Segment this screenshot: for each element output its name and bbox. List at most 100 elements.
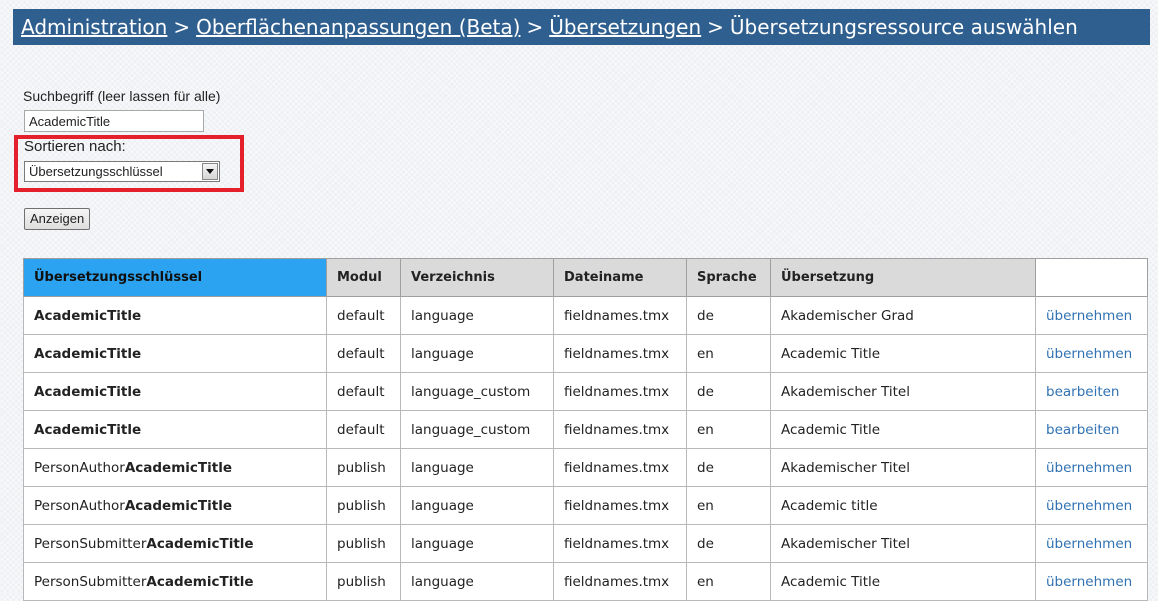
cell-key: AcademicTitle xyxy=(23,334,327,373)
cell-language: de xyxy=(686,524,771,563)
cell-key: AcademicTitle xyxy=(23,296,327,335)
key-match: AcademicTitle xyxy=(34,307,142,324)
show-button[interactable]: Anzeigen xyxy=(24,208,91,230)
cell-module: default xyxy=(326,410,401,449)
cell-filename: fieldnames.tmx xyxy=(553,562,687,601)
cell-filename: fieldnames.tmx xyxy=(553,410,687,449)
cell-directory: language xyxy=(400,448,554,487)
cell-key: PersonSubmitterAcademicTitle xyxy=(23,562,327,601)
key-prefix: PersonSubmitter xyxy=(34,535,147,552)
cell-translation: Akademischer Titel xyxy=(770,524,1036,563)
search-label: Suchbegriff (leer lassen für alle) xyxy=(23,88,221,104)
cell-translation: Academic Title xyxy=(770,334,1036,373)
cell-action: bearbeiten xyxy=(1035,372,1148,411)
table-row: AcademicTitle default language_custom field… xyxy=(23,410,1148,449)
cell-action: übernehmen xyxy=(1035,486,1148,525)
search-input[interactable] xyxy=(24,110,204,132)
action-link[interactable]: übernehmen xyxy=(1046,308,1132,324)
cell-translation: Academic Title xyxy=(770,410,1036,449)
cell-directory: language_custom xyxy=(400,372,554,411)
key-match: AcademicTitle xyxy=(124,459,232,476)
cell-filename: fieldnames.tmx xyxy=(553,448,687,487)
cell-filename: fieldnames.tmx xyxy=(553,524,687,563)
breadcrumb-separator: > xyxy=(707,15,724,39)
cell-directory: language xyxy=(400,524,554,563)
cell-language: de xyxy=(686,448,771,487)
key-match: AcademicTitle xyxy=(34,383,142,400)
table-row: PersonAuthorAcademicTitle publish language… xyxy=(23,448,1148,487)
cell-key: PersonAuthorAcademicTitle xyxy=(23,448,327,487)
action-link[interactable]: übernehmen xyxy=(1046,460,1132,476)
cell-module: default xyxy=(326,334,401,373)
cell-directory: language_custom xyxy=(400,410,554,449)
cell-filename: fieldnames.tmx xyxy=(553,486,687,525)
column-header-filename[interactable]: Dateiname xyxy=(553,258,687,297)
action-link[interactable]: übernehmen xyxy=(1046,574,1132,590)
key-prefix: PersonAuthor xyxy=(34,497,125,514)
breadcrumb-current: Übersetzungsressource auswählen xyxy=(729,15,1078,39)
column-header-key[interactable]: Übersetzungsschlüssel xyxy=(23,258,327,297)
cell-action: bearbeiten xyxy=(1035,410,1148,449)
cell-translation: Akademischer Titel xyxy=(770,372,1036,411)
breadcrumb-link-translations[interactable]: Übersetzungen xyxy=(549,15,701,39)
key-match: AcademicTitle xyxy=(124,497,232,514)
table-row: AcademicTitle default language_custom field… xyxy=(23,372,1148,411)
cell-action: übernehmen xyxy=(1035,524,1148,563)
cell-module: default xyxy=(326,372,401,411)
cell-language: en xyxy=(686,486,771,525)
action-link[interactable]: bearbeiten xyxy=(1046,422,1119,438)
key-match: AcademicTitle xyxy=(146,535,254,552)
cell-language: de xyxy=(686,296,771,335)
results-table: Übersetzungsschlüssel Modul Verzeichnis … xyxy=(23,258,1148,601)
cell-module: publish xyxy=(326,486,401,525)
cell-translation: Akademischer Titel xyxy=(770,448,1036,487)
table-row: AcademicTitle default language fieldnames.t… xyxy=(23,296,1148,335)
cell-language: en xyxy=(686,410,771,449)
cell-translation: Academic Title xyxy=(770,562,1036,601)
column-header-actions xyxy=(1035,258,1148,297)
column-header-directory[interactable]: Verzeichnis xyxy=(400,258,554,297)
cell-module: publish xyxy=(326,562,401,601)
breadcrumb: Administration > Oberflächenanpassungen (B… xyxy=(13,9,1150,45)
key-match: AcademicTitle xyxy=(146,573,254,590)
cell-module: publish xyxy=(326,524,401,563)
breadcrumb-separator: > xyxy=(173,15,191,39)
cell-translation: Academic title xyxy=(770,486,1036,525)
table-row: AcademicTitle default language fieldnames.t… xyxy=(23,334,1148,373)
table-row: PersonSubmitterAcademicTitle publish langu… xyxy=(23,562,1148,601)
sort-select[interactable]: Übersetzungsschlüssel xyxy=(24,161,220,182)
key-prefix: PersonAuthor xyxy=(34,459,125,476)
cell-key: PersonAuthorAcademicTitle xyxy=(23,486,327,525)
column-header-language[interactable]: Sprache xyxy=(686,258,771,297)
breadcrumb-separator: > xyxy=(526,15,544,39)
sort-select-value: Übersetzungsschlüssel xyxy=(29,164,163,179)
column-header-module[interactable]: Modul xyxy=(326,258,401,297)
cell-filename: fieldnames.tmx xyxy=(553,296,687,335)
action-link[interactable]: bearbeiten xyxy=(1046,384,1119,400)
breadcrumb-link-ui-customizations[interactable]: Oberflächenanpassungen (Beta) xyxy=(196,15,520,39)
chevron-down-icon[interactable] xyxy=(202,163,218,180)
cell-directory: language xyxy=(400,486,554,525)
cell-filename: fieldnames.tmx xyxy=(553,372,687,411)
cell-module: publish xyxy=(326,448,401,487)
cell-action: übernehmen xyxy=(1035,296,1148,335)
cell-language: en xyxy=(686,334,771,373)
breadcrumb-link-administration[interactable]: Administration xyxy=(21,15,167,39)
cell-key: PersonSubmitterAcademicTitle xyxy=(23,524,327,563)
action-link[interactable]: übernehmen xyxy=(1046,346,1132,362)
cell-translation: Akademischer Grad xyxy=(770,296,1036,335)
cell-action: übernehmen xyxy=(1035,334,1148,373)
column-header-translation[interactable]: Übersetzung xyxy=(770,258,1036,297)
action-link[interactable]: übernehmen xyxy=(1046,498,1132,514)
cell-key: AcademicTitle xyxy=(23,372,327,411)
cell-language: en xyxy=(686,562,771,601)
cell-filename: fieldnames.tmx xyxy=(553,334,687,373)
cell-directory: language xyxy=(400,334,554,373)
action-link[interactable]: übernehmen xyxy=(1046,536,1132,552)
cell-directory: language xyxy=(400,296,554,335)
table-row: PersonSubmitterAcademicTitle publish langu… xyxy=(23,524,1148,563)
key-match: AcademicTitle xyxy=(34,421,142,438)
sort-label: Sortieren nach: xyxy=(24,138,126,155)
cell-language: de xyxy=(686,372,771,411)
cell-directory: language xyxy=(400,562,554,601)
